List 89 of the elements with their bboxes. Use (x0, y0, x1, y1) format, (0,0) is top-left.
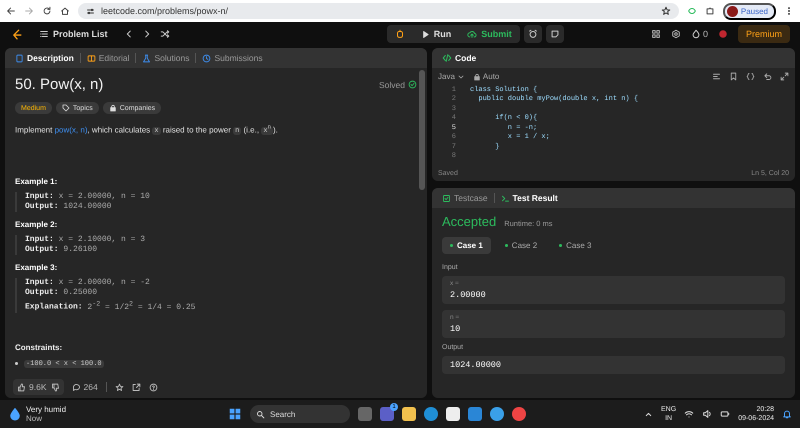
weather-text: Very humid (26, 405, 66, 414)
back-icon[interactable] (6, 6, 16, 16)
checkbox-icon (442, 194, 451, 202)
variable-value: 2.00000 (450, 290, 487, 300)
panel-tab[interactable]: Editorial (82, 53, 134, 63)
function-link[interactable]: pow(x, n) (54, 125, 88, 134)
panel-title: Code (438, 53, 480, 63)
comments-button[interactable]: 264 (72, 382, 98, 392)
solved-status: Solved (379, 80, 405, 90)
search-field[interactable]: Search (250, 405, 350, 423)
case-tab[interactable]: Case 3 (551, 237, 600, 254)
share-icon[interactable] (132, 382, 141, 392)
example-line: Input: x = 2.10000, n = 3 (25, 235, 146, 246)
book-icon (86, 54, 96, 62)
constraints-heading: Constraints: (15, 342, 64, 352)
lock-icon (472, 72, 481, 80)
note-icon[interactable] (550, 29, 560, 39)
check-circle-icon (408, 80, 417, 89)
undo-icon[interactable] (763, 72, 772, 81)
example-line: Output: 1024.00000 (25, 202, 112, 212)
list-icon (39, 29, 49, 39)
address-bar[interactable]: leetcode.com/problems/powx-n/ (78, 3, 679, 19)
run-button[interactable]: Run (412, 26, 460, 42)
reload-icon[interactable] (42, 6, 52, 16)
windows-start-icon[interactable] (228, 407, 242, 421)
case-tab[interactable]: Case 1 (442, 237, 491, 254)
panel-tab[interactable]: Test Result (496, 193, 562, 203)
thumbs-up-icon (17, 382, 26, 392)
expand-icon[interactable] (780, 72, 789, 81)
avatar-icon[interactable] (718, 29, 728, 39)
terminal-icon (500, 194, 510, 202)
tag-icon (62, 104, 70, 112)
example-line: Input: x = 2.00000, n = -2 (25, 278, 151, 288)
comment-icon (72, 382, 80, 392)
example-line: Output: 0.25000 (25, 288, 98, 298)
like-button[interactable]: 9.6K (17, 382, 46, 392)
logo-icon[interactable] (10, 28, 23, 40)
premium-button[interactable]: Premium (738, 25, 790, 43)
example-heading: Example 2: (15, 220, 58, 230)
scrollbar[interactable] (419, 70, 425, 190)
shuffle-icon[interactable] (160, 29, 170, 39)
example-line: Input: x = 2.00000, n = 10 (25, 192, 151, 202)
variable-value: 10 (450, 324, 462, 334)
panel-tab[interactable]: Solutions (138, 53, 194, 63)
auto-mode[interactable]: Auto (472, 72, 500, 81)
braces-icon[interactable] (746, 72, 755, 81)
panel-tab[interactable]: Testcase (438, 193, 492, 203)
verdict-text: Accepted (442, 214, 496, 229)
language-select[interactable]: Java (438, 72, 465, 81)
output-value: 1024.00000 (450, 360, 502, 370)
settings-icon[interactable] (670, 29, 681, 39)
submit-button[interactable]: Submit (459, 26, 520, 42)
wifi-icon[interactable] (684, 409, 694, 419)
example-line: Explanation: 2$^{-2}$ = 1/2$^{2}$ = 1/4 = 0.25 (25, 298, 196, 313)
format-icon[interactable] (712, 72, 721, 81)
weather-time: Now (26, 414, 44, 423)
cloud-upload-icon (467, 29, 478, 39)
case-tab[interactable]: Case 2 (496, 237, 546, 254)
panel-tab[interactable]: Submissions (198, 53, 267, 63)
thumbs-down-icon[interactable] (50, 382, 60, 392)
profile-button[interactable]: Paused (722, 2, 776, 20)
problem-title: 50. Pow(x, n) (15, 76, 104, 93)
play-icon (420, 30, 430, 38)
site-settings-icon[interactable] (86, 6, 95, 16)
lock-icon (108, 104, 117, 112)
layout-icon[interactable] (650, 29, 661, 39)
chevron-down-icon (456, 72, 465, 80)
streak-count: 0 (702, 29, 708, 39)
panel-tab[interactable]: Description (11, 53, 78, 63)
flask-icon (142, 54, 152, 62)
example-heading: Example 3: (15, 263, 58, 272)
help-icon[interactable] (148, 382, 158, 392)
example-line: Output: 9.26100 (25, 245, 98, 256)
document-icon (15, 54, 24, 62)
droplet-icon[interactable] (8, 407, 22, 421)
search-icon (256, 410, 265, 418)
code-icon (442, 53, 452, 63)
bullet (15, 362, 18, 366)
alarm-icon[interactable] (528, 29, 538, 39)
star-icon[interactable] (660, 6, 671, 16)
problem-list-button[interactable]: Problem List (31, 26, 116, 42)
example-heading: Example 1: (15, 177, 58, 186)
bookmark-icon[interactable] (729, 72, 738, 81)
clock-icon (202, 54, 212, 62)
bell-icon[interactable] (782, 409, 792, 419)
star-icon[interactable] (114, 382, 124, 392)
battery-icon[interactable] (720, 409, 730, 419)
volume-icon[interactable] (702, 409, 712, 419)
home-icon[interactable] (60, 6, 70, 16)
